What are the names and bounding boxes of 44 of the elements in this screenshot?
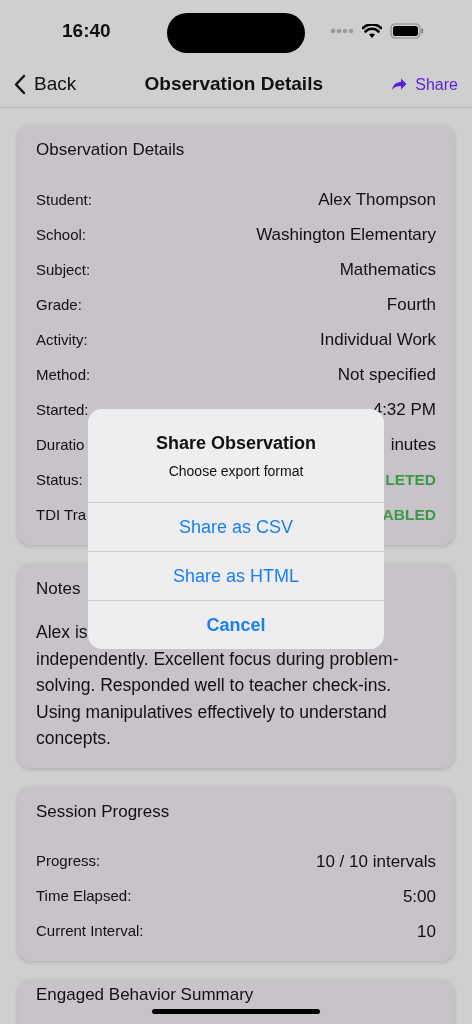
status-value: ABLED — [382, 505, 436, 526]
share-button[interactable]: Share — [391, 72, 458, 97]
field-label: Activity: — [36, 329, 88, 350]
field-value: Alex Thompson — [318, 189, 436, 212]
field-value: Washington Elementary — [256, 224, 436, 247]
field-label: Duratio — [36, 434, 85, 455]
field-value: inutes — [390, 434, 436, 457]
card-title: Session Progress — [36, 800, 170, 823]
field-value: Mathematics — [339, 259, 436, 282]
signal-icon — [330, 28, 354, 34]
field-label: Progress: — [36, 851, 101, 872]
status-time: 16:40 — [62, 18, 111, 43]
notes-text: Alex is — [36, 621, 88, 644]
field-label: Grade: — [36, 294, 82, 315]
field-label: Started: — [36, 399, 89, 420]
card-title: Observation Details — [36, 139, 185, 161]
wifi-icon — [362, 23, 382, 39]
field-value: 10 / 10 intervals — [316, 850, 436, 873]
field-value: Individual Work — [320, 329, 436, 352]
notes-text: independently. Excellent focus during problem-solving. Responded well to teacher check-ins. Using manipulatives effectively to understand concepts. — [36, 647, 400, 750]
field-label: School: — [36, 224, 87, 245]
field-label: Status: — [36, 469, 83, 490]
field-label: TDI Tra — [36, 504, 86, 525]
back-button[interactable]: Back — [14, 70, 77, 99]
chevron-left-icon — [14, 74, 26, 95]
card-title: Engaged Behavior Summary — [36, 985, 254, 1005]
alert-action-button[interactable]: Share as HTML — [88, 551, 384, 600]
cancel-button[interactable]: Cancel — [88, 600, 384, 649]
alert-message: Choose export format — [167, 462, 305, 481]
field-label: Current Interval: — [36, 921, 144, 942]
field-label: Student: — [36, 189, 92, 210]
share-arrow-icon — [391, 78, 408, 91]
field-value: 10 — [417, 920, 436, 943]
card-title: Notes — [36, 577, 81, 600]
status-value: LETED — [385, 470, 436, 491]
field-value: Fourth — [386, 294, 436, 317]
field-value: Not specified — [337, 364, 436, 387]
field-label: Method: — [36, 364, 91, 385]
alert-action-button[interactable]: Share as CSV — [88, 502, 384, 551]
screen-title: Observation Details — [144, 72, 323, 97]
battery-icon — [390, 23, 424, 39]
field-value: 5:00 — [402, 885, 436, 908]
field-label: Subject: — [36, 259, 91, 280]
field-label: Time Elapsed: — [36, 886, 132, 907]
